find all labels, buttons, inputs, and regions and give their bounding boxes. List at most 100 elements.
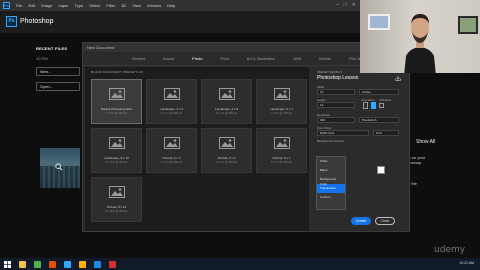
- menu-filter[interactable]: Filter: [106, 3, 115, 8]
- menu-edit[interactable]: Edit: [28, 3, 35, 8]
- menu-bar: File Edit Image Layer Type Select Filter…: [16, 3, 175, 8]
- document-name-field[interactable]: Photoshop Lesson: [317, 75, 358, 81]
- document-preset-icon: [219, 137, 235, 149]
- menu-view[interactable]: View: [132, 3, 141, 8]
- tab-web[interactable]: Web: [284, 52, 310, 66]
- media-icon[interactable]: [49, 260, 56, 268]
- preset-card[interactable]: Default Photoshop Size 7 x 5 in @ 300 ppi: [91, 79, 142, 124]
- dropdown-option[interactable]: Background Color: [317, 175, 345, 186]
- document-preset-icon: [274, 137, 290, 149]
- artboards-checkbox[interactable]: [379, 103, 384, 108]
- preset-details-label: PRESET DETAILS: [317, 70, 343, 74]
- tab-recent[interactable]: Recent: [123, 52, 154, 66]
- maximize-icon[interactable]: □: [344, 2, 347, 8]
- presets-panel: BLANK DOCUMENT PRESETS (9) Default Photo…: [85, 67, 309, 231]
- recent-file-thumbnail[interactable]: [40, 148, 80, 188]
- tab-saved[interactable]: Saved: [154, 52, 183, 66]
- new-button[interactable]: New...: [36, 67, 80, 76]
- wall-picture-left: [368, 14, 390, 30]
- presets-label: BLANK DOCUMENT PRESETS (9): [91, 70, 144, 74]
- preset-card[interactable]: Landscape, 2 x 33 x 2 in @ 300 ppi: [146, 79, 197, 124]
- chrome-icon[interactable]: [34, 260, 41, 268]
- document-preset-icon: [164, 137, 180, 149]
- background-color-swatch[interactable]: [377, 166, 385, 174]
- preset-dimensions: 5 x 7 in @ 300 ppi: [271, 161, 292, 164]
- menu-3d[interactable]: 3D: [121, 3, 126, 8]
- preset-dimensions: 6 x 4 in @ 300 ppi: [216, 112, 237, 115]
- height-field[interactable]: 12: [317, 102, 355, 108]
- save-preset-icon[interactable]: [395, 75, 401, 81]
- preset-card[interactable]: Portrait, 4 x 64 x 6 in @ 300 ppi: [201, 128, 252, 173]
- system-clock: 10:21 AM: [459, 261, 474, 265]
- close-button[interactable]: Close: [375, 217, 395, 225]
- preset-card[interactable]: Portrait, 5 x 75 x 7 in @ 300 ppi: [256, 128, 307, 173]
- menu-file[interactable]: File: [16, 3, 22, 8]
- landscape-orientation-icon[interactable]: [371, 102, 376, 109]
- menu-image[interactable]: Image: [41, 3, 52, 8]
- preset-dimensions: 4 x 6 in @ 300 ppi: [216, 161, 237, 164]
- preset-card[interactable]: Portrait, 8 x 10 8 x 10 in @ 300 ppi: [91, 177, 142, 222]
- document-preset-icon: [109, 88, 125, 100]
- dropdown-option[interactable]: Black: [317, 166, 345, 175]
- recent-file-item[interactable]: 10 PM: [36, 56, 82, 61]
- background-contents-label: Background Contents: [317, 139, 344, 143]
- document-preset-icon: [274, 88, 290, 100]
- width-unit-select[interactable]: Inches: [359, 89, 399, 95]
- background-contents-dropdown[interactable]: White Black Background Color Transparent Cus…: [316, 156, 346, 210]
- menu-layer[interactable]: Layer: [58, 3, 68, 8]
- open-button[interactable]: Open...: [36, 82, 80, 91]
- file-explorer-icon[interactable]: [19, 260, 26, 268]
- dialog-title: New Document: [87, 45, 115, 50]
- app-name: Photoshop: [20, 18, 54, 25]
- preset-card[interactable]: Landscape, 4 x 66 x 4 in @ 300 ppi: [201, 79, 252, 124]
- resolution-field[interactable]: 300: [317, 117, 355, 123]
- menu-type[interactable]: Type: [75, 3, 84, 8]
- portrait-orientation-icon[interactable]: [363, 102, 368, 109]
- tab-mobile[interactable]: Mobile: [310, 52, 340, 66]
- preset-name: Landscape, 2 x 3: [160, 107, 183, 111]
- dropdown-option[interactable]: White: [317, 157, 345, 166]
- video-icon[interactable]: [109, 260, 116, 268]
- preset-name: Portrait, 4 x 6: [217, 156, 236, 160]
- create-button[interactable]: Create: [351, 217, 371, 225]
- menu-select[interactable]: Select: [89, 3, 100, 8]
- preset-tabs: Recent Saved Photo Print Art & Illustration W…: [123, 52, 381, 66]
- title-bar: Ps File Edit Image Layer Type Select Fil…: [0, 0, 360, 11]
- tab-art-illustration[interactable]: Art & Illustration: [238, 52, 284, 66]
- minimize-icon[interactable]: –: [336, 2, 339, 8]
- preset-name: Portrait, 5 x 7: [272, 156, 291, 160]
- tab-photo[interactable]: Photo: [183, 52, 212, 66]
- photoshop-badge-icon: Ps: [6, 16, 17, 27]
- document-preset-icon: [109, 186, 125, 198]
- preset-card[interactable]: Landscape, 8 x 10 10 x 8 in @ 300 ppi: [91, 128, 142, 173]
- preset-dimensions: 2 x 3 in @ 300 ppi: [161, 161, 182, 164]
- resolution-unit-select[interactable]: Pixels/Inch: [359, 117, 399, 123]
- preset-card[interactable]: Portrait, 2 x 32 x 3 in @ 300 ppi: [146, 128, 197, 173]
- recent-files-title: RECENT FILES: [36, 46, 68, 51]
- folder-icon[interactable]: [79, 260, 86, 268]
- preset-dimensions: 8 x 10 in @ 300 ppi: [105, 210, 128, 213]
- preset-dimensions: 7 x 5 in @ 300 ppi: [106, 112, 127, 115]
- menu-help[interactable]: Help: [167, 3, 175, 8]
- preset-dimensions: 3 x 2 in @ 300 ppi: [161, 112, 182, 115]
- close-window-icon[interactable]: ✕: [352, 2, 356, 8]
- photoshop-icon[interactable]: [64, 260, 71, 268]
- dropdown-option[interactable]: Transparent: [317, 184, 345, 193]
- document-preset-icon: [164, 88, 180, 100]
- preset-dimensions: 10 x 8 in @ 300 ppi: [105, 161, 128, 164]
- preset-dimensions: 7 x 5 in @ 300 ppi: [271, 112, 292, 115]
- tab-print[interactable]: Print: [211, 52, 237, 66]
- mail-icon[interactable]: [94, 260, 101, 268]
- color-mode-select[interactable]: RGB Color: [317, 130, 369, 136]
- windows-start-icon[interactable]: [4, 260, 11, 268]
- menu-window[interactable]: Window: [147, 3, 161, 8]
- show-all-link[interactable]: Show All: [416, 139, 435, 145]
- bit-depth-select[interactable]: 8 bit: [373, 130, 399, 136]
- document-preset-icon: [109, 137, 125, 149]
- width-field[interactable]: 16: [317, 89, 355, 95]
- preset-card[interactable]: Landscape, 5 x 77 x 5 in @ 300 ppi: [256, 79, 307, 124]
- document-preset-icon: [219, 88, 235, 100]
- dropdown-option[interactable]: Custom...: [317, 193, 345, 202]
- photoshop-logo-icon: Ps: [3, 2, 10, 9]
- home-left-panel: RECENT FILES 10 PM New... Open...: [36, 46, 82, 91]
